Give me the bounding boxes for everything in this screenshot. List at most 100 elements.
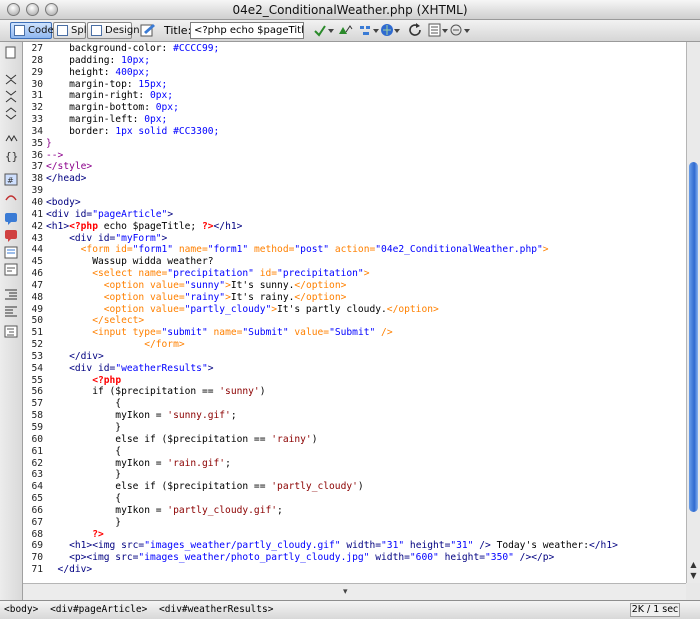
code-line[interactable]: myIkon = 'sunny.gif'; (46, 410, 618, 422)
code-token: > (207, 362, 214, 374)
select-parent-tag-icon[interactable] (4, 132, 18, 145)
line-number: 30 (31, 78, 43, 90)
refresh-icon[interactable] (408, 23, 424, 38)
code-line[interactable]: if ($precipitation == 'sunny') (46, 386, 618, 398)
view-options-icon[interactable] (428, 23, 448, 38)
split-view-button[interactable]: Split (53, 22, 93, 39)
code-line[interactable]: else if ($precipitation == 'rainy') (46, 434, 618, 446)
code-token: "precipitation" (167, 268, 254, 280)
design-view-button[interactable]: Design (87, 22, 140, 39)
horizontal-scrollbar[interactable]: ▾ (23, 583, 686, 600)
outdent-code-icon[interactable] (4, 305, 18, 318)
code-line[interactable]: <option value="sunny">It's sunny.</optio… (46, 280, 618, 292)
coding-toolbar: {} # (0, 42, 23, 600)
collapse-selection-icon[interactable] (4, 90, 18, 103)
code-line[interactable]: background-color: #CCCC99; (46, 43, 618, 55)
code-line[interactable]: <option value="partly_cloudy">It's partl… (46, 304, 618, 316)
code-line[interactable]: </head> (46, 173, 618, 185)
code-line[interactable]: </form> (46, 339, 618, 351)
code-line[interactable]: <option value="rainy">It's rainy.</optio… (46, 292, 618, 304)
code-line[interactable]: margin-right: 0px; (46, 90, 618, 102)
tag-selector-body[interactable]: <body> (4, 604, 38, 615)
code-line[interactable]: </div> (46, 351, 618, 363)
tag-selector-weather-results[interactable]: <div#weatherResults> (159, 604, 273, 615)
code-line[interactable]: padding: 10px; (46, 55, 618, 67)
code-line[interactable]: <select name="precipitation" id="precipi… (46, 268, 618, 280)
code-line[interactable]: { (46, 446, 618, 458)
code-line[interactable]: border: 1px solid #CC3300; (46, 126, 618, 138)
code-line[interactable]: <body> (46, 197, 618, 209)
code-line[interactable]: height: 400px; (46, 67, 618, 79)
code-line[interactable]: myIkon = 'rain.gif'; (46, 458, 618, 470)
code-line[interactable]: <div id="myForm"> (46, 233, 618, 245)
code-line[interactable]: </select> (46, 315, 618, 327)
line-number: 28 (31, 54, 43, 66)
code-line[interactable]: <input type="submit" name="Submit" value… (46, 327, 618, 339)
format-source-code-icon[interactable] (4, 325, 18, 338)
preview-in-browser-icon[interactable] (380, 23, 400, 38)
tag-selector-page-article[interactable]: <div#pageArticle> (50, 604, 147, 615)
code-line[interactable]: myIkon = 'partly_cloudy.gif'; (46, 505, 618, 517)
wrap-tag-icon[interactable] (4, 246, 18, 259)
expand-all-icon[interactable] (4, 107, 18, 120)
code-line[interactable]: Wassup widda weather? (46, 256, 618, 268)
code-line[interactable]: <p><img src="images_weather/photo_partly… (46, 552, 618, 564)
code-line[interactable]: ?> (46, 529, 618, 541)
code-token: "form1" (207, 244, 249, 256)
balance-braces-icon[interactable]: {} (4, 149, 18, 162)
code-line[interactable]: <div id="weatherResults"> (46, 363, 618, 375)
code-line[interactable]: } (46, 469, 618, 481)
code-line[interactable]: <form id="form1" name="form1" method="po… (46, 244, 618, 256)
recent-snippets-icon[interactable] (4, 263, 18, 276)
scroll-up-arrow[interactable]: ▲ (689, 560, 698, 569)
code-line[interactable]: else if ($precipitation == 'partly_cloud… (46, 481, 618, 493)
code-token: "weatherResults" (115, 362, 208, 374)
code-token: padding: (46, 54, 122, 66)
code-token: { (46, 445, 122, 457)
code-line[interactable]: <?php (46, 375, 618, 387)
code-line[interactable]: margin-left: 0px; (46, 114, 618, 126)
code-line[interactable]: { (46, 398, 618, 410)
validate-markup-icon[interactable] (313, 23, 335, 38)
page-title-field[interactable]: <?php echo $pageTitle; ?> (190, 22, 304, 39)
browser-compatibility-icon[interactable] (337, 23, 357, 38)
code-line[interactable]: } (46, 422, 618, 434)
resize-handle-icon[interactable]: ▾ (343, 587, 348, 597)
open-documents-icon[interactable] (4, 46, 18, 59)
code-line[interactable]: <h1><?php echo $pageTitle; ?></h1> (46, 221, 618, 233)
code-line[interactable]: </div> (46, 564, 618, 576)
line-number: 45 (31, 256, 43, 268)
code-line[interactable]: margin-top: 15px; (46, 79, 618, 91)
vertical-scrollbar[interactable]: ▲ ▼ (686, 42, 700, 583)
code-line[interactable]: } (46, 138, 618, 150)
indent-code-icon[interactable] (4, 288, 18, 301)
scroll-down-arrow[interactable]: ▼ (689, 571, 698, 580)
collapse-full-tag-icon[interactable] (4, 73, 18, 86)
live-data-icon[interactable] (140, 23, 156, 38)
code-line[interactable]: --> (46, 150, 618, 162)
code-token: myIkon = (46, 457, 168, 469)
code-line[interactable]: <div id="pageArticle"> (46, 209, 618, 221)
line-number: 58 (31, 410, 43, 422)
code-token: echo $pageTitle; (98, 220, 202, 232)
visual-aids-icon[interactable] (450, 23, 470, 38)
apply-comment-icon[interactable] (4, 212, 18, 225)
code-editor[interactable]: background-color: #CCCC99; padding: 10px… (46, 42, 686, 583)
code-view-button[interactable]: Code (10, 22, 54, 39)
file-management-icon[interactable] (359, 23, 379, 38)
vertical-scrollbar-thumb[interactable] (689, 162, 698, 512)
code-line[interactable]: </style> (46, 161, 618, 173)
highlight-invalid-code-icon[interactable] (4, 190, 18, 203)
code-token: width= (340, 540, 382, 552)
line-numbers-icon[interactable]: # (4, 173, 18, 186)
code-line[interactable]: { (46, 493, 618, 505)
code-token: else if ($precipitation == (46, 481, 272, 493)
code-view-label: Code (28, 25, 54, 36)
code-token: 1px solid #CC3300; (115, 125, 220, 137)
code-token: Today's weather: (490, 540, 589, 552)
code-line[interactable]: } (46, 517, 618, 529)
code-line[interactable] (46, 185, 618, 197)
remove-comment-icon[interactable] (4, 229, 18, 242)
code-line[interactable]: margin-bottom: 0px; (46, 102, 618, 114)
code-line[interactable]: <h1><img src="images_weather/partly_clou… (46, 540, 618, 552)
